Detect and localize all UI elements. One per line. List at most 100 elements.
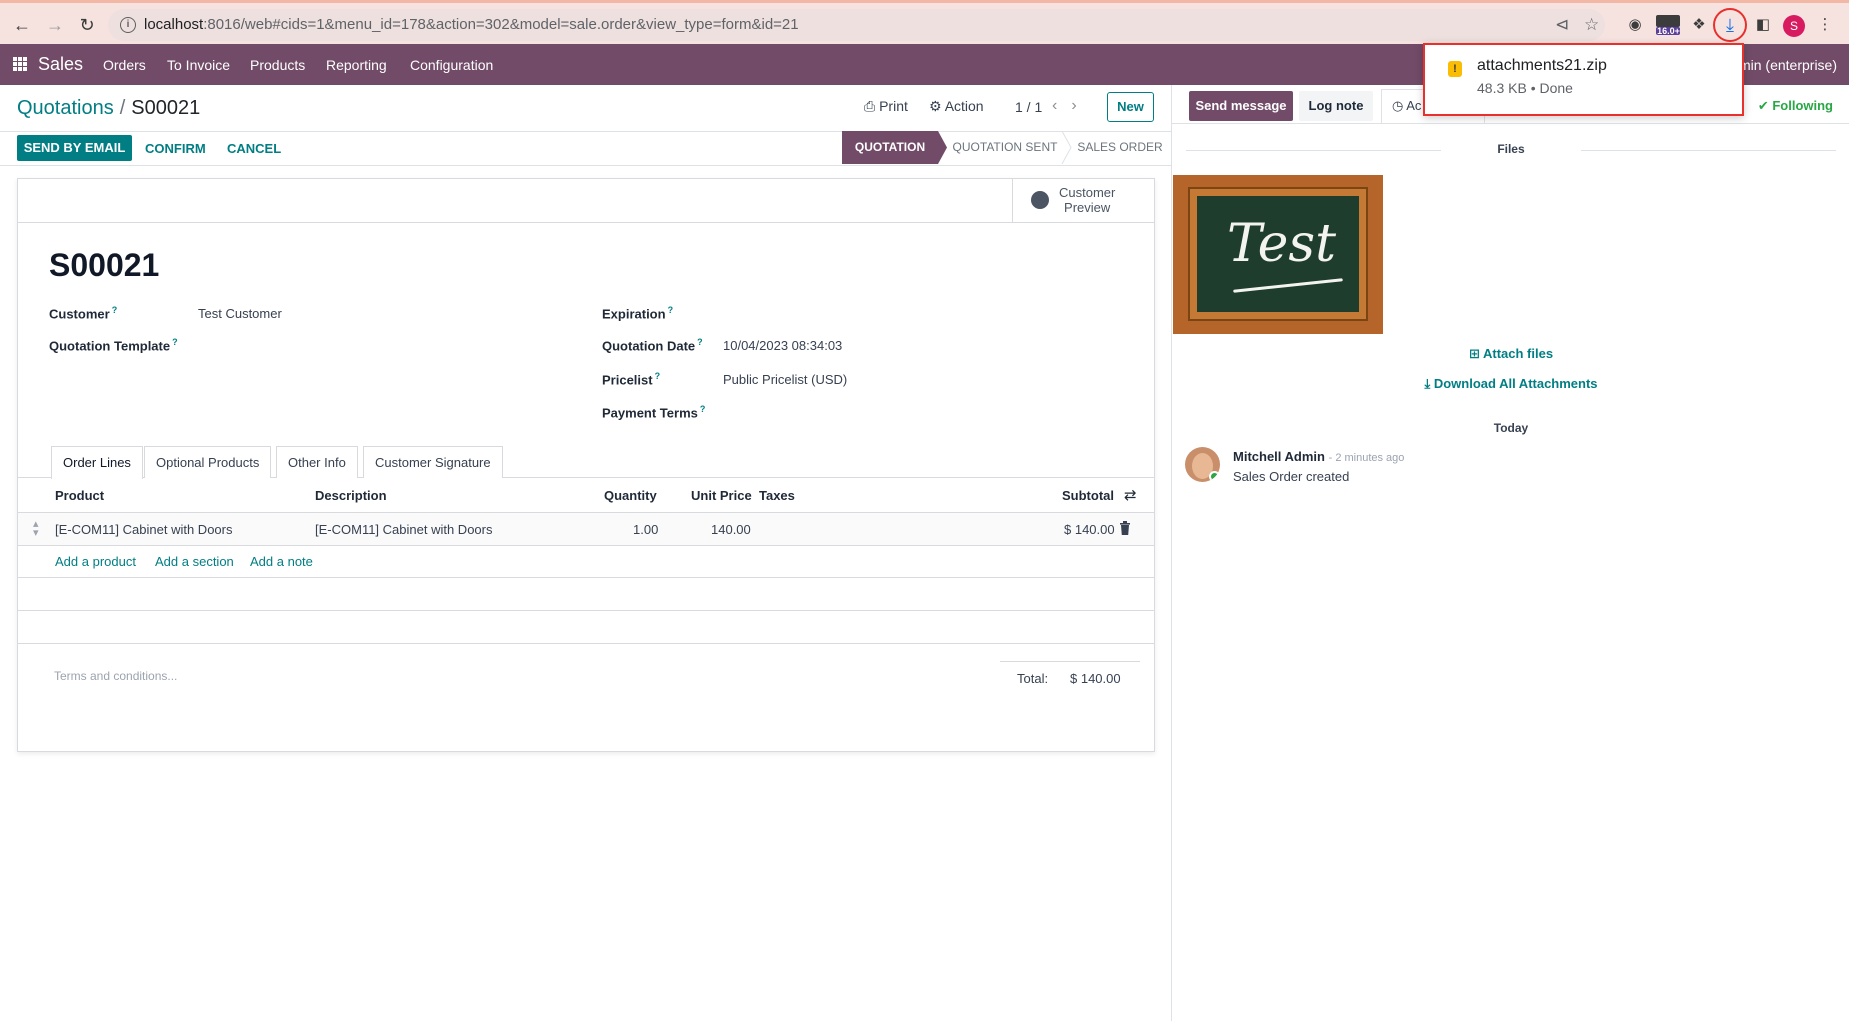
stage-quotation-sent[interactable]: QUOTATION SENT (948, 131, 1062, 164)
help-icon[interactable]: ? (668, 305, 674, 315)
help-icon[interactable]: ? (700, 404, 706, 414)
chalk-text: Test (1227, 214, 1337, 274)
col-unit-price[interactable]: Unit Price (691, 488, 752, 503)
customer-preview-button[interactable]: Customer Preview (1012, 179, 1154, 222)
print-button[interactable]: ⎙ Print (864, 98, 908, 115)
attachment-image[interactable]: Test (1173, 175, 1383, 334)
printer-icon: ⎙ (864, 98, 876, 114)
col-subtotal[interactable]: Subtotal (1062, 488, 1114, 503)
smart-button-box: Customer Preview (18, 179, 1154, 223)
col-taxes[interactable]: Taxes (759, 488, 795, 503)
col-quantity[interactable]: Quantity (604, 488, 657, 503)
tab-other-info[interactable]: Other Info (276, 446, 358, 478)
quotation-date-label: Quotation Date? (602, 337, 703, 353)
menu-products[interactable]: Products (250, 57, 305, 73)
extension-version-badge: 16.0+ (1657, 26, 1680, 36)
following-button[interactable]: ✔ Following (1758, 98, 1833, 114)
download-filename[interactable]: attachments21.zip (1477, 57, 1607, 75)
quotation-template-field[interactable] (198, 337, 578, 355)
tab-order-lines[interactable]: Order Lines (51, 446, 143, 479)
chevron-right-icon[interactable]: › (1071, 97, 1090, 114)
trash-icon[interactable] (1119, 521, 1131, 538)
help-icon[interactable]: ? (697, 337, 703, 347)
line-description[interactable]: [E-COM11] Cabinet with Doors (315, 522, 493, 537)
download-all-attachments-button[interactable]: ⤓ Download All Attachments (1172, 376, 1849, 392)
new-button[interactable]: New (1107, 92, 1154, 122)
help-icon[interactable]: ? (172, 337, 178, 347)
payment-terms-label-text: Payment Terms (602, 405, 698, 421)
cancel-button[interactable]: CANCEL (227, 141, 281, 156)
site-info-icon[interactable]: i (120, 17, 136, 33)
print-label: Print (879, 98, 908, 114)
bookmark-star-icon[interactable]: ☆ (1584, 15, 1599, 35)
action-button[interactable]: ⚙ Action (929, 98, 984, 115)
expiration-field[interactable] (723, 305, 1103, 323)
download-status: 48.3 KB • Done (1477, 80, 1573, 96)
add-section-link[interactable]: Add a section (155, 554, 234, 569)
avatar[interactable] (1185, 447, 1220, 482)
quotation-date-label-text: Quotation Date (602, 338, 696, 354)
message-author-name[interactable]: Mitchell Admin (1233, 449, 1325, 464)
expiration-label: Expiration? (602, 305, 673, 321)
send-message-button[interactable]: Send message (1189, 91, 1293, 121)
browser-menu-icon[interactable]: ⋮ (1814, 14, 1836, 36)
divider (1581, 150, 1836, 151)
expiration-label-text: Expiration (602, 306, 666, 322)
line-product[interactable]: [E-COM11] Cabinet with Doors (55, 522, 233, 537)
reload-icon[interactable]: ↻ (77, 15, 97, 35)
back-arrow-icon[interactable]: ← (12, 15, 32, 35)
log-note-button[interactable]: Log note (1299, 91, 1373, 121)
pricelist-field[interactable]: Public Pricelist (USD) (723, 372, 847, 387)
order-name: S00021 (49, 247, 160, 283)
add-product-link[interactable]: Add a product (55, 554, 136, 569)
customer-field[interactable]: Test Customer (198, 306, 282, 321)
address-bar[interactable]: i localhost:8016/web#cids=1&menu_id=178&… (108, 9, 1605, 41)
url-text[interactable]: localhost:8016/web#cids=1&menu_id=178&ac… (144, 16, 799, 33)
breadcrumb-quotations[interactable]: Quotations (17, 97, 114, 119)
help-icon[interactable]: ? (655, 371, 661, 381)
line-quantity[interactable]: 1.00 (633, 522, 658, 537)
menu-reporting[interactable]: Reporting (326, 57, 387, 73)
extension-cat-icon[interactable]: ◉ (1624, 14, 1646, 36)
user-menu[interactable]: min (enterprise) (1739, 57, 1837, 73)
chevron-left-icon[interactable]: ‹ (1052, 97, 1071, 114)
globe-icon (1031, 191, 1049, 209)
apps-grid-icon[interactable] (13, 57, 27, 71)
col-product[interactable]: Product (55, 488, 104, 503)
menu-orders[interactable]: Orders (103, 57, 146, 73)
browser-toolbar: ← → ↻ i localhost:8016/web#cids=1&menu_i… (0, 0, 1849, 44)
menu-to-invoice[interactable]: To Invoice (167, 57, 230, 73)
puzzle-extensions-icon[interactable]: ❖ (1688, 14, 1710, 36)
line-unit-price[interactable]: 140.00 (711, 522, 751, 537)
forward-arrow-icon[interactable]: → (45, 15, 65, 35)
tab-optional-products[interactable]: Optional Products (144, 446, 272, 478)
download-bubble[interactable]: ! attachments21.zip 48.3 KB • Done (1423, 43, 1744, 116)
stage-sales-order[interactable]: SALES ORDER (1070, 131, 1170, 164)
tab-customer-signature[interactable]: Customer Signature (363, 446, 503, 478)
message-author: Mitchell Admin - 2 minutes ago (1233, 449, 1404, 464)
confirm-button[interactable]: CONFIRM (145, 141, 206, 156)
payment-terms-field[interactable] (723, 404, 1103, 422)
pager-value[interactable]: 1 / 1 (1015, 99, 1042, 115)
side-panel-icon[interactable]: ◧ (1752, 14, 1774, 36)
stage-quotation[interactable]: QUOTATION (842, 131, 938, 164)
plus-square-icon: ⊞ (1468, 346, 1480, 361)
quotation-date-field[interactable]: 10/04/2023 08:34:03 (723, 338, 842, 353)
customer-label: Customer? (49, 305, 117, 321)
terms-input[interactable]: Terms and conditions... (54, 669, 177, 683)
share-icon[interactable]: ⊲ (1555, 15, 1569, 35)
menu-configuration[interactable]: Configuration (410, 57, 493, 73)
app-brand[interactable]: Sales (38, 54, 83, 75)
send-by-email-button[interactable]: SEND BY EMAIL (17, 135, 132, 161)
download-all-label: Download All Attachments (1433, 376, 1598, 391)
table-row[interactable]: ▴ ▾ [E-COM11] Cabinet with Doors [E-COM11… (18, 513, 1154, 546)
col-description[interactable]: Description (315, 488, 387, 503)
profile-avatar[interactable]: S (1783, 15, 1805, 37)
drag-handle-icon[interactable]: ▴ ▾ (33, 519, 39, 539)
add-note-link[interactable]: Add a note (250, 554, 313, 569)
help-icon[interactable]: ? (112, 305, 118, 315)
divider (0, 165, 1171, 166)
optional-columns-toggle-icon[interactable]: ⇄ (1124, 486, 1137, 504)
download-icon[interactable]: ⤓ (1713, 8, 1747, 42)
attach-files-button[interactable]: ⊞ Attach files (1172, 346, 1849, 362)
